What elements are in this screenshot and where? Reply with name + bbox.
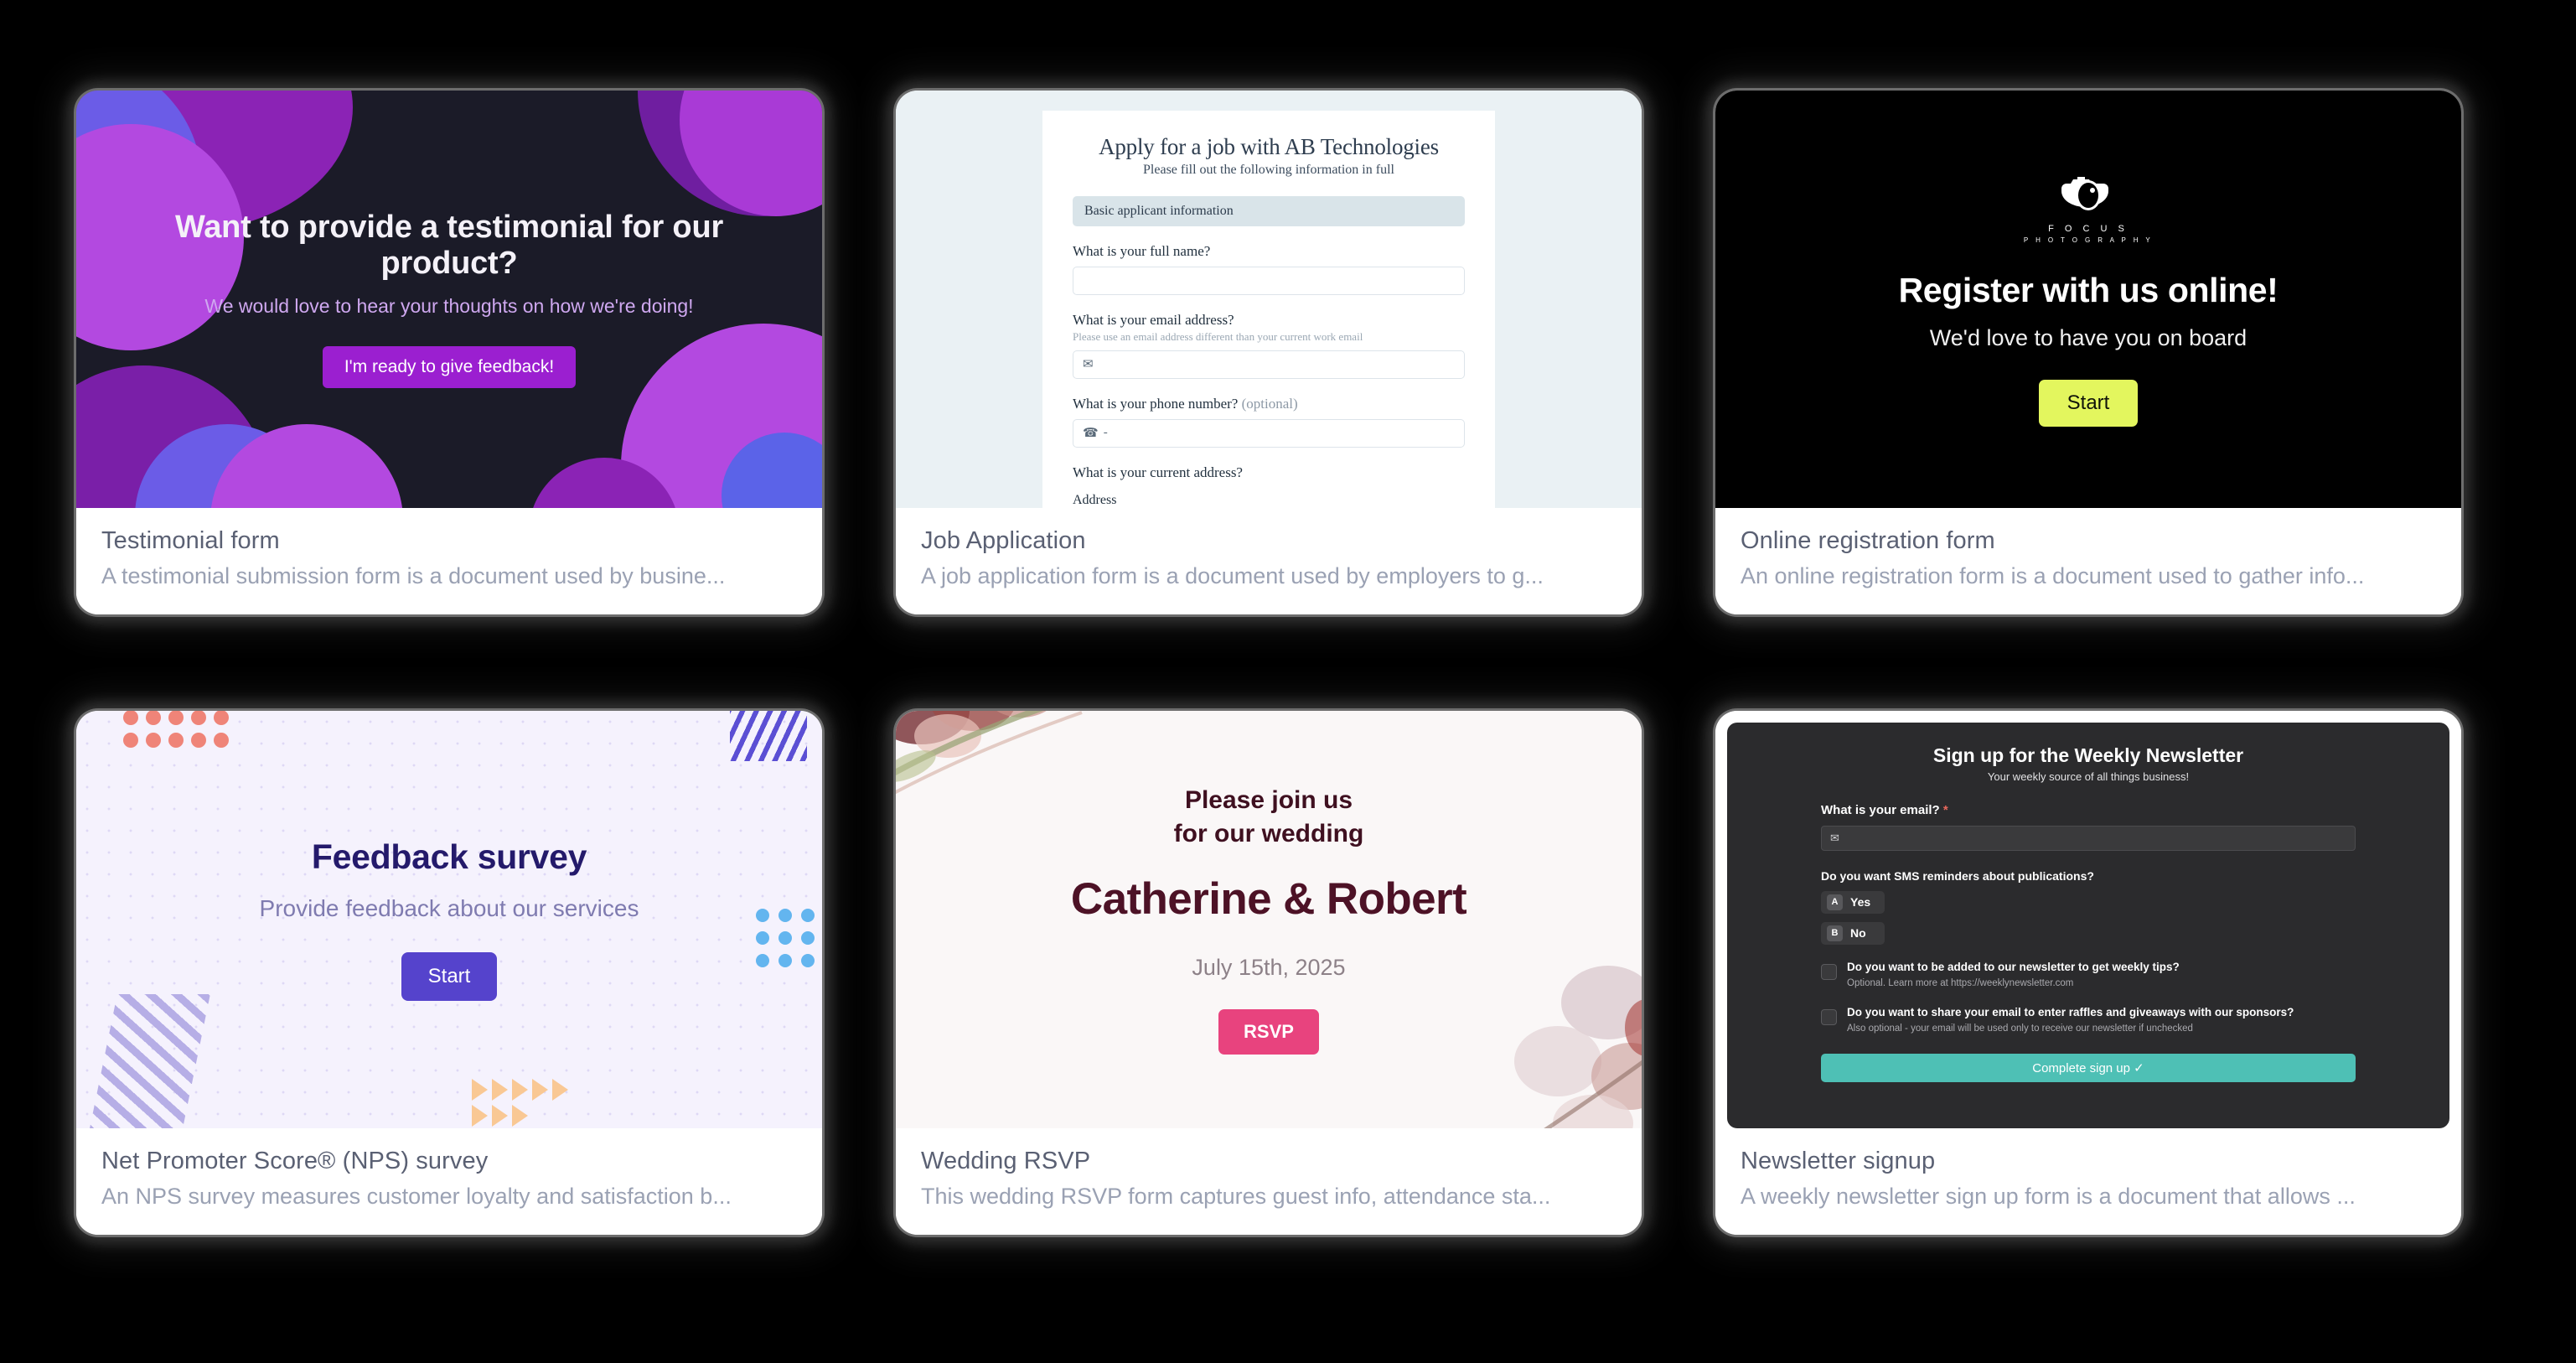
- job-form-title: Apply for a job with AB Technologies: [1099, 133, 1439, 159]
- give-feedback-button[interactable]: I'm ready to give feedback!: [322, 346, 577, 388]
- job-hint-email: Please use an email address different th…: [1073, 329, 1363, 343]
- wedding-couple-names: Catherine & Robert: [1070, 874, 1467, 925]
- wedding-line-2: for our wedding: [1173, 819, 1364, 847]
- card-description: An NPS survey measures customer loyalty …: [101, 1184, 732, 1210]
- wedding-invite-line: Please join us for our wedding: [1174, 784, 1364, 850]
- newsletter-subtitle: Your weekly source of all things busines…: [1987, 770, 2190, 783]
- newsletter-label-email: What is your email? *: [1821, 803, 2356, 817]
- wedding-hero-preview: Please join us for our wedding Catherine…: [896, 710, 1642, 1128]
- sms-option-no[interactable]: B No: [1821, 921, 1885, 945]
- nps-title: Feedback survey: [311, 837, 587, 876]
- brand-name: F O C U S: [2048, 223, 2129, 234]
- envelope-icon: ✉: [1083, 358, 1094, 371]
- option-label-no: No: [1850, 926, 1866, 940]
- start-button[interactable]: Start: [401, 952, 498, 1001]
- job-label-phone-text: What is your phone number?: [1073, 395, 1239, 412]
- card-footer: Net Promoter Score® (NPS) survey An NPS …: [76, 1127, 822, 1235]
- camera-icon: [2058, 176, 2108, 210]
- option-key-a: A: [1827, 894, 1843, 910]
- job-input-fullname[interactable]: [1073, 266, 1465, 295]
- checkbox-label-weekly-tips: Do you want to be added to our newslette…: [1847, 960, 2180, 973]
- card-title: Net Promoter Score® (NPS) survey: [101, 1147, 489, 1174]
- registration-hero-preview: F O C U S P H O T O G R A P H Y Register…: [1715, 90, 2461, 508]
- newsletter-input-email[interactable]: ✉: [1821, 825, 2356, 851]
- wedding-line-1: Please join us: [1184, 785, 1353, 814]
- newsletter-checkbox-row-2: Do you want to share your email to enter…: [1821, 1005, 2356, 1035]
- job-label-fullname: What is your full name?: [1073, 242, 1211, 259]
- newsletter-title: Sign up for the Weekly Newsletter: [1932, 744, 2244, 766]
- registration-subtitle: We'd love to have you on board: [1929, 324, 2248, 350]
- nps-hero-preview: Feedback survey Provide feedback about o…: [76, 710, 822, 1128]
- job-form-sheet: Apply for a job with AB Technologies Ple…: [1042, 110, 1495, 508]
- card-title: Testimonial form: [101, 526, 280, 554]
- newsletter-label-email-text: What is your email?: [1821, 802, 1940, 817]
- card-description: This wedding RSVP form captures guest in…: [921, 1184, 1551, 1210]
- job-input-email[interactable]: ✉: [1073, 350, 1465, 379]
- newsletter-form-panel: Sign up for the Weekly Newsletter Your w…: [1727, 722, 2449, 1128]
- job-label-phone: What is your phone number? (optional): [1073, 396, 1465, 412]
- testimonial-title: Want to provide a testimonial for our pr…: [174, 210, 724, 281]
- job-label-phone-optional: (optional): [1241, 395, 1298, 412]
- template-card-online-registration-form[interactable]: F O C U S P H O T O G R A P H Y Register…: [1715, 90, 2461, 614]
- card-title: Online registration form: [1741, 526, 1995, 554]
- envelope-icon: ✉: [1830, 831, 1839, 844]
- newsletter-hero-preview: Sign up for the Weekly Newsletter Your w…: [1715, 710, 2461, 1128]
- wedding-date: July 15th, 2025: [1192, 955, 1346, 981]
- card-description: An online registration form is a documen…: [1741, 563, 2365, 589]
- template-card-job-application[interactable]: Apply for a job with AB Technologies Ple…: [896, 90, 1642, 614]
- card-description: A job application form is a document use…: [921, 563, 1544, 589]
- template-card-wedding-rsvp[interactable]: Please join us for our wedding Catherine…: [896, 710, 1642, 1235]
- job-phone-value: -: [1103, 426, 1108, 439]
- template-gallery-grid: Want to provide a testimonial for our pr…: [0, 0, 2576, 1363]
- complete-signup-button[interactable]: Complete sign up ✓: [1821, 1053, 2356, 1082]
- card-description: A weekly newsletter sign up form is a do…: [1741, 1184, 2356, 1210]
- sms-option-yes[interactable]: A Yes: [1821, 890, 1885, 914]
- start-button[interactable]: Start: [2038, 379, 2139, 427]
- option-key-b: B: [1827, 925, 1843, 941]
- card-footer: Online registration form An online regis…: [1715, 507, 2461, 614]
- card-title: Job Application: [921, 526, 1086, 554]
- template-card-nps-survey[interactable]: Feedback survey Provide feedback about o…: [76, 710, 822, 1235]
- job-label-address-question: What is your current address?: [1073, 464, 1243, 480]
- nps-subtitle: Provide feedback about our services: [259, 895, 639, 921]
- checkbox-hint-weekly-tips: Optional. Learn more at https://weeklyne…: [1847, 977, 2074, 988]
- card-title: Wedding RSVP: [921, 1147, 1091, 1174]
- brand-tagline: P H O T O G R A P H Y: [2023, 236, 2154, 244]
- focus-photography-logo: F O C U S P H O T O G R A P H Y: [2024, 172, 2153, 244]
- job-label-email: What is your email address?: [1073, 311, 1234, 328]
- option-label-yes: Yes: [1850, 895, 1871, 909]
- card-description: A testimonial submission form is a docum…: [101, 563, 726, 589]
- card-footer: Newsletter signup A weekly newsletter si…: [1715, 1127, 2461, 1235]
- checkbox-label-share-email: Do you want to share your email to enter…: [1847, 1005, 2294, 1018]
- job-label-address: Address: [1073, 492, 1117, 507]
- card-footer: Testimonial form A testimonial submissio…: [76, 507, 822, 614]
- job-section-band: Basic applicant information: [1073, 195, 1465, 226]
- checkbox-weekly-tips[interactable]: [1821, 963, 1837, 980]
- newsletter-checkbox-row-1: Do you want to be added to our newslette…: [1821, 960, 2356, 990]
- registration-title: Register with us online!: [1898, 270, 2279, 309]
- card-footer: Job Application A job application form i…: [896, 507, 1642, 614]
- card-footer: Wedding RSVP This wedding RSVP form capt…: [896, 1127, 1642, 1235]
- checkbox-hint-share-email: Also optional - your email will be used …: [1847, 1023, 2193, 1034]
- testimonial-hero-preview: Want to provide a testimonial for our pr…: [76, 90, 822, 508]
- rsvp-button[interactable]: RSVP: [1218, 1009, 1319, 1055]
- phone-globe-icon: ☎: [1083, 427, 1099, 440]
- template-card-testimonial-form[interactable]: Want to provide a testimonial for our pr…: [76, 90, 822, 614]
- job-application-hero-preview: Apply for a job with AB Technologies Ple…: [896, 90, 1642, 508]
- card-title: Newsletter signup: [1741, 1147, 1936, 1174]
- job-input-phone[interactable]: ☎ -: [1073, 418, 1465, 448]
- newsletter-label-sms: Do you want SMS reminders about publicat…: [1821, 868, 2094, 883]
- checkbox-share-email[interactable]: [1821, 1008, 1837, 1025]
- required-asterisk: *: [1942, 802, 1948, 817]
- testimonial-subtitle: We would love to hear your thoughts on h…: [204, 295, 694, 317]
- template-card-newsletter-signup[interactable]: Sign up for the Weekly Newsletter Your w…: [1715, 710, 2461, 1235]
- job-form-subtitle: Please fill out the following informatio…: [1143, 162, 1394, 177]
